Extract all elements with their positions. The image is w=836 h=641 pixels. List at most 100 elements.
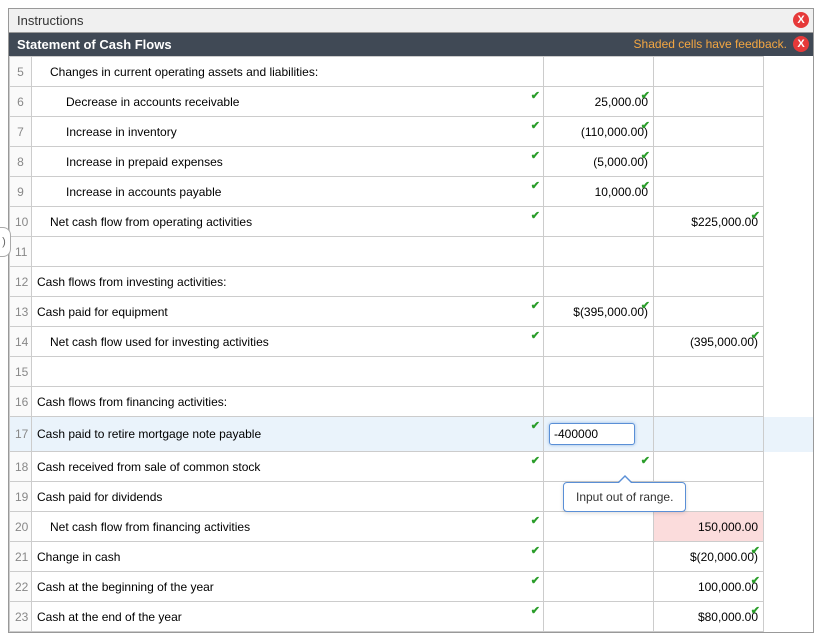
value-input[interactable] xyxy=(549,423,635,445)
cashflow-grid: 5 Changes in current operating assets and… xyxy=(9,56,813,632)
value-cell-2[interactable] xyxy=(654,387,764,417)
description-text: Net cash flow used for investing activit… xyxy=(50,335,269,349)
value-cell-2[interactable]: 100,000.00✔ xyxy=(654,572,764,602)
value-cell-2[interactable] xyxy=(654,357,764,387)
description-cell[interactable]: Change in cash✔ xyxy=(32,542,544,572)
spacer-cell xyxy=(764,482,814,512)
description-text: Changes in current operating assets and … xyxy=(50,65,318,79)
description-cell[interactable]: Decrease in accounts receivable✔ xyxy=(32,87,544,117)
value-cell-2[interactable] xyxy=(654,177,764,207)
spacer-cell xyxy=(764,207,814,237)
value-cell-2[interactable] xyxy=(654,237,764,267)
description-cell[interactable]: Cash paid for dividends xyxy=(32,482,544,512)
spacer-cell xyxy=(764,117,814,147)
value-cell-1[interactable] xyxy=(544,512,654,542)
value-cell-1[interactable]: (5,000.00)✔ xyxy=(544,147,654,177)
spacer-cell xyxy=(764,357,814,387)
description-cell[interactable]: Net cash flow from operating activities✔ xyxy=(32,207,544,237)
description-cell[interactable]: Cash flows from financing activities: xyxy=(32,387,544,417)
scroll-handle-icon[interactable]: ) xyxy=(0,227,11,257)
table-row: 19Cash paid for dividends xyxy=(10,482,814,512)
value-cell-1[interactable] xyxy=(544,207,654,237)
close-icon[interactable]: X xyxy=(793,12,809,28)
check-icon: ✔ xyxy=(531,329,540,342)
value-cell-1[interactable] xyxy=(544,237,654,267)
description-cell[interactable]: Net cash flow from financing activities✔ xyxy=(32,512,544,542)
spacer-cell xyxy=(764,57,814,87)
value-cell-1[interactable]: ✔ xyxy=(544,452,654,482)
description-cell[interactable]: Cash at the beginning of the year✔ xyxy=(32,572,544,602)
description-cell[interactable]: Cash paid to retire mortgage note payabl… xyxy=(32,417,544,452)
description-cell[interactable]: Increase in prepaid expenses✔ xyxy=(32,147,544,177)
value-cell-2[interactable] xyxy=(654,417,764,452)
spacer-cell xyxy=(764,387,814,417)
description-cell[interactable] xyxy=(32,237,544,267)
description-cell[interactable]: Increase in inventory✔ xyxy=(32,117,544,147)
table-row: 7Increase in inventory✔(110,000.00)✔ xyxy=(10,117,814,147)
table-row: 14Net cash flow used for investing activ… xyxy=(10,327,814,357)
description-cell[interactable]: Changes in current operating assets and … xyxy=(32,57,544,87)
value-cell-2[interactable] xyxy=(654,57,764,87)
row-number: 17 xyxy=(10,417,32,452)
row-number: 18 xyxy=(10,452,32,482)
value-cell-2[interactable] xyxy=(654,87,764,117)
value-cell-1[interactable] xyxy=(544,57,654,87)
value-cell-1[interactable] xyxy=(544,417,654,452)
value-cell-1[interactable] xyxy=(544,542,654,572)
row-number: 10 xyxy=(10,207,32,237)
value-cell-2[interactable]: 150,000.00 xyxy=(654,512,764,542)
row-number: 7 xyxy=(10,117,32,147)
row-number: 5 xyxy=(10,57,32,87)
value-cell-2[interactable] xyxy=(654,267,764,297)
value-cell-2[interactable]: $80,000.00✔ xyxy=(654,602,764,632)
value-cell-2[interactable] xyxy=(654,117,764,147)
value-cell-1[interactable] xyxy=(544,602,654,632)
table-row: 18Cash received from sale of common stoc… xyxy=(10,452,814,482)
description-cell[interactable]: Cash paid for equipment✔ xyxy=(32,297,544,327)
row-number: 21 xyxy=(10,542,32,572)
value-cell-1[interactable]: $(395,000.00)✔ xyxy=(544,297,654,327)
feedback-hint: Shaded cells have feedback. xyxy=(634,37,787,51)
row-number: 15 xyxy=(10,357,32,387)
check-icon: ✔ xyxy=(641,149,650,162)
description-cell[interactable]: Cash at the end of the year✔ xyxy=(32,602,544,632)
value-cell-2[interactable]: $(20,000.00)✔ xyxy=(654,542,764,572)
value-text: 150,000.00 xyxy=(698,520,758,534)
check-icon: ✔ xyxy=(751,544,760,557)
value-cell-2[interactable] xyxy=(654,452,764,482)
spacer-cell xyxy=(764,147,814,177)
spacer-cell xyxy=(764,572,814,602)
spacer-cell xyxy=(764,542,814,572)
value-cell-2[interactable] xyxy=(654,297,764,327)
description-text: Cash flows from financing activities: xyxy=(37,395,227,409)
description-text: Increase in accounts payable xyxy=(66,185,221,199)
value-cell-1[interactable] xyxy=(544,357,654,387)
description-cell[interactable]: Cash received from sale of common stock✔ xyxy=(32,452,544,482)
value-cell-2[interactable]: $225,000.00✔ xyxy=(654,207,764,237)
row-number: 8 xyxy=(10,147,32,177)
description-text: Net cash flow from operating activities xyxy=(50,215,252,229)
description-cell[interactable]: Increase in accounts payable✔ xyxy=(32,177,544,207)
title-bar: Statement of Cash Flows Shaded cells hav… xyxy=(9,33,813,56)
description-text: Cash paid for equipment xyxy=(37,305,168,319)
value-text: $225,000.00 xyxy=(691,215,758,229)
description-cell[interactable]: Cash flows from investing activities: xyxy=(32,267,544,297)
row-number: 20 xyxy=(10,512,32,542)
value-cell-1[interactable]: 25,000.00✔ xyxy=(544,87,654,117)
value-text: $(395,000.00) xyxy=(573,305,648,319)
value-cell-1[interactable]: 10,000.00✔ xyxy=(544,177,654,207)
description-cell[interactable]: Net cash flow used for investing activit… xyxy=(32,327,544,357)
spacer-cell xyxy=(764,327,814,357)
description-cell[interactable] xyxy=(32,357,544,387)
value-cell-2[interactable] xyxy=(654,147,764,177)
check-icon: ✔ xyxy=(751,329,760,342)
value-cell-1[interactable] xyxy=(544,387,654,417)
value-cell-2[interactable]: (395,000.00)✔ xyxy=(654,327,764,357)
feedback-close-icon[interactable]: X xyxy=(793,36,809,52)
value-cell-1[interactable] xyxy=(544,267,654,297)
table-row: 21Change in cash✔ $(20,000.00)✔ xyxy=(10,542,814,572)
value-cell-1[interactable]: (110,000.00)✔ xyxy=(544,117,654,147)
value-cell-1[interactable] xyxy=(544,327,654,357)
value-text: 100,000.00 xyxy=(698,580,758,594)
value-cell-1[interactable] xyxy=(544,572,654,602)
